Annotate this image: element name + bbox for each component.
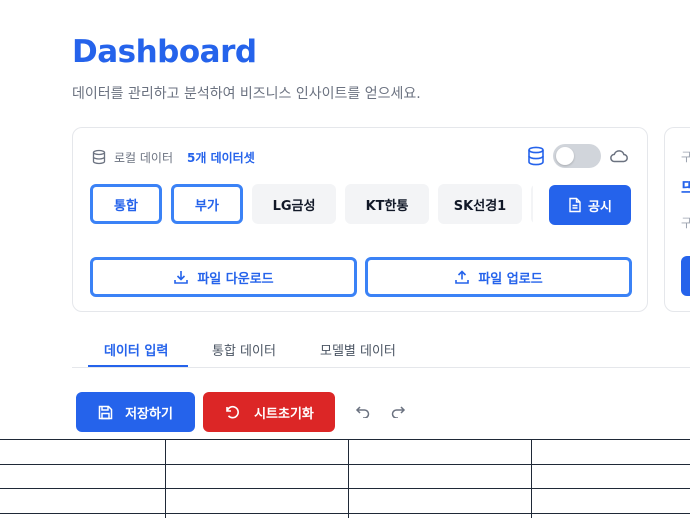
cloud-icon[interactable] — [609, 148, 629, 164]
file-upload-button[interactable]: 파일 업로드 — [365, 257, 632, 297]
undo-icon[interactable] — [355, 404, 371, 418]
chip-sk[interactable]: SK선경1 — [438, 184, 522, 224]
grid-column-line — [348, 440, 349, 518]
storage-toggle[interactable] — [553, 144, 601, 168]
dataset-count: 5개 데이터셋 — [187, 150, 255, 165]
grid-column-line — [165, 440, 166, 518]
chip-lg[interactable]: LG금성 — [252, 184, 336, 224]
active-tab-indicator — [88, 365, 188, 367]
tab-data-input[interactable]: 데이터 입력 — [104, 340, 168, 359]
reset-icon — [226, 405, 240, 419]
side-card-label: 구 — [681, 150, 690, 164]
save-icon — [98, 405, 113, 419]
storage-controls — [527, 144, 629, 168]
tab-combined-data[interactable]: 통합 데이터 — [212, 340, 276, 359]
dataset-chip-row: 통합 부가 LG금성 KT한통 SK선경1 — [90, 184, 533, 226]
upload-icon — [455, 270, 470, 284]
file-download-label: 파일 다운로드 — [197, 271, 274, 287]
save-button[interactable]: 저장하기 — [76, 392, 195, 432]
chip-more[interactable] — [531, 184, 533, 224]
data-tabs: 데이터 입력 통합 데이터 모델별 데이터 — [72, 332, 690, 368]
chip-kt[interactable]: KT한통 — [345, 184, 429, 224]
page-subtitle: 데이터를 관리하고 분석하여 비즈니스 인사이트를 얻으세요. — [72, 86, 421, 102]
document-icon — [569, 197, 581, 213]
file-download-button[interactable]: 파일 다운로드 — [90, 257, 357, 297]
local-data-label: 로컬 데이터 — [114, 150, 174, 165]
notice-label: 공시 — [588, 199, 612, 215]
download-icon — [174, 271, 189, 284]
chip-combined[interactable]: 통합 — [90, 184, 162, 224]
chip-additional[interactable]: 부가 — [171, 184, 243, 224]
grid-column-line — [531, 440, 532, 518]
grid-row-line — [0, 464, 690, 465]
tab-model-data[interactable]: 모델별 데이터 — [320, 340, 396, 359]
side-card-value: 뜨 — [681, 178, 690, 197]
reset-label: 시트초기화 — [254, 406, 314, 422]
file-upload-label: 파일 업로드 — [478, 271, 543, 287]
database-icon[interactable] — [527, 146, 545, 166]
reset-sheet-button[interactable]: 시트초기화 — [203, 392, 335, 432]
page-title: Dashboard — [72, 34, 257, 70]
database-icon — [92, 149, 106, 165]
side-card-caption: 구 — [681, 216, 690, 230]
local-data-row: 로컬 데이터 5개 데이터셋 — [91, 148, 255, 166]
grid-row-line — [0, 513, 690, 514]
side-card-button[interactable] — [681, 256, 690, 296]
grid-row-line — [0, 488, 690, 489]
notice-button[interactable]: 공시 — [549, 185, 631, 225]
toggle-knob — [556, 147, 574, 165]
save-label: 저장하기 — [125, 406, 173, 422]
data-source-card: 로컬 데이터 5개 데이터셋 통합 부가 LG금성 KT한통 SK선경1 공시 — [72, 127, 648, 312]
redo-icon[interactable] — [390, 404, 406, 418]
spreadsheet-grid[interactable] — [0, 439, 690, 518]
side-card: 구 뜨 구 — [664, 127, 690, 312]
